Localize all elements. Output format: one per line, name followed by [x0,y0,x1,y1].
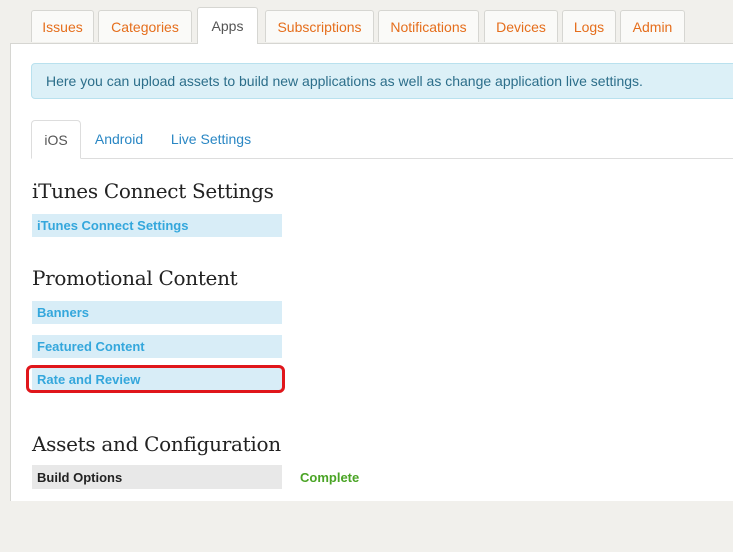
tab-label: Categories [111,18,179,35]
link-label: Featured Content [37,339,145,354]
tab-label: Live Settings [170,131,252,147]
tab-issues[interactable]: Issues [31,10,94,42]
tab-label: Apps [211,18,244,34]
tab-categories[interactable]: Categories [98,10,192,42]
build-options-text: Build Options [37,469,123,485]
tab-logs[interactable]: Logs [562,10,616,42]
build-options-label: Build Options [32,465,282,489]
info-message: Here you can upload assets to build new … [46,73,643,89]
itunes-connect-settings-link[interactable]: iTunes Connect Settings [32,214,282,237]
tab-label: Admin [632,18,673,35]
apps-panel: Here you can upload assets to build new … [10,43,733,501]
build-status: Complete [300,469,360,485]
rate-and-review-link[interactable]: Rate and Review [32,368,282,391]
link-label: Banners [37,305,90,320]
tab-label: Devices [496,18,546,35]
tab-label: Notifications [390,18,467,35]
platform-tabs: iOS Android Live Settings [31,120,733,159]
featured-content-link[interactable]: Featured Content [32,335,282,358]
tab-label: Issues [42,18,83,35]
tab-admin[interactable]: Admin [620,10,685,42]
tab-label: Logs [573,18,605,35]
tab-notifications[interactable]: Notifications [378,10,479,42]
tab-live-settings[interactable]: Live Settings [163,120,259,158]
banners-link[interactable]: Banners [32,301,282,324]
tab-devices[interactable]: Devices [484,10,558,42]
tab-label: iOS [44,131,68,148]
itunes-section-title: iTunes Connect Settings [32,179,274,203]
promotional-section-title: Promotional Content [32,266,238,290]
tab-apps[interactable]: Apps [197,7,258,44]
main-navigation-tabs: Issues Categories Apps Subscriptions Not… [0,0,733,44]
tab-android[interactable]: Android [87,120,151,158]
tab-subscriptions[interactable]: Subscriptions [265,10,374,42]
tab-ios[interactable]: iOS [31,120,81,159]
link-label: iTunes Connect Settings [37,218,189,233]
assets-section-title: Assets and Configuration [32,432,281,456]
info-alert: Here you can upload assets to build new … [31,63,733,99]
link-label: Rate and Review [37,372,141,387]
tab-label: Android [94,131,144,147]
tab-label: Subscriptions [277,18,362,35]
